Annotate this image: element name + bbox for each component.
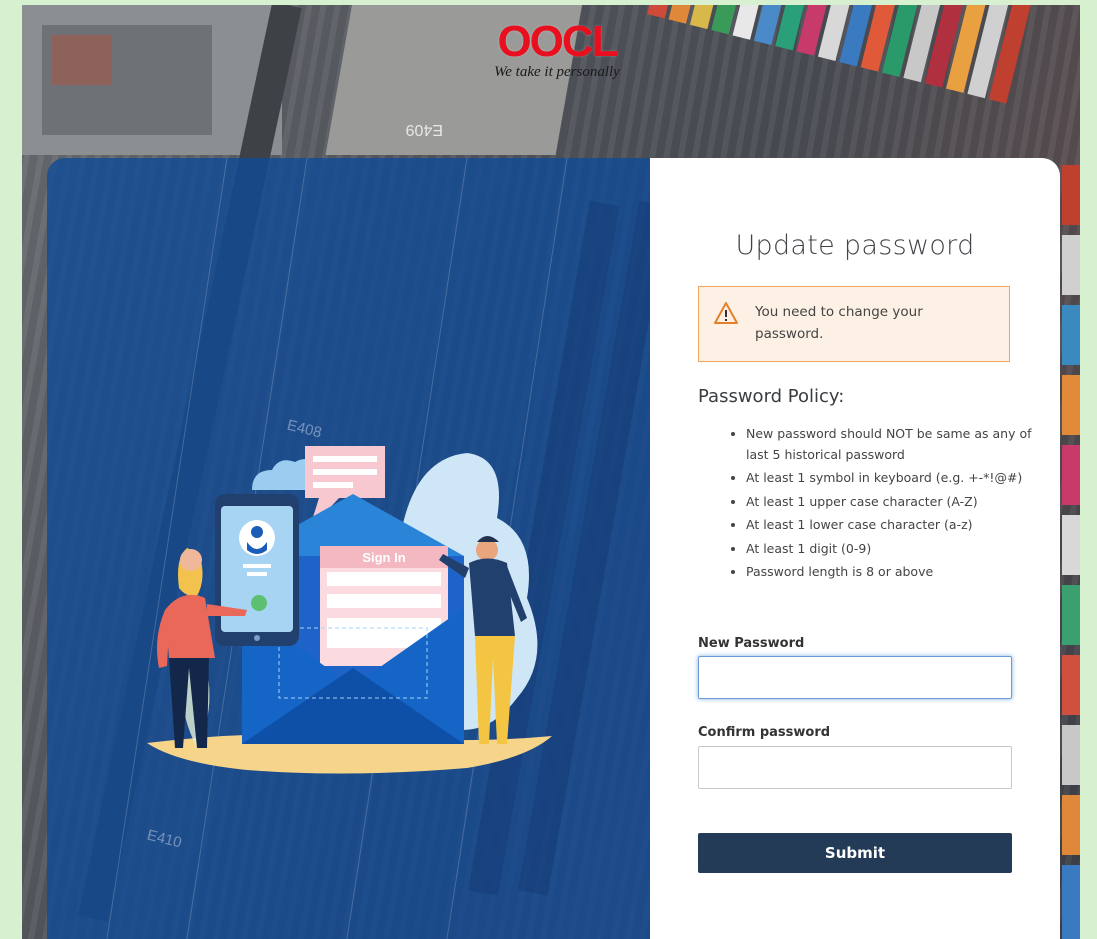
oocl-logo: OOCL We take it personally <box>462 20 652 92</box>
new-password-label: New Password <box>698 636 805 651</box>
ground-label: E408 <box>285 417 323 442</box>
policy-item: At least 1 digit (0-9) <box>746 539 1046 560</box>
logo-tagline: We take it personally <box>494 64 620 80</box>
ground-label: E409 <box>406 121 443 138</box>
sign-in-illustration: E408 E410 Sign In <box>106 158 650 939</box>
illustration-panel: E408 E410 Sign In <box>47 158 650 939</box>
policy-item: Password length is 8 or above <box>746 562 1046 583</box>
policy-item: At least 1 symbol in keyboard (e.g. +-*!… <box>746 468 1046 489</box>
policy-item: At least 1 lower case character (a-z) <box>746 515 1046 536</box>
new-password-input[interactable] <box>698 656 1012 699</box>
confirm-password-input[interactable] <box>698 746 1012 789</box>
policy-title: Password Policy: <box>698 386 845 407</box>
policy-item: At least 1 upper case character (A-Z) <box>746 492 1046 513</box>
confirm-password-label: Confirm password <box>698 725 831 740</box>
policy-list: New password should NOT be same as any o… <box>730 424 1046 586</box>
ground-label: E410 <box>145 827 183 852</box>
alert-message: You need to change your password. <box>755 304 923 342</box>
warning-icon <box>713 301 739 325</box>
update-password-card: Update password You need to change your … <box>650 158 1060 939</box>
logo-mark: OOCL <box>497 17 618 66</box>
warning-alert: You need to change your password. <box>698 286 1010 362</box>
page-title: Update password <box>735 230 975 261</box>
sign-in-label: Sign In <box>362 550 405 565</box>
policy-item: New password should NOT be same as any o… <box>746 424 1046 465</box>
submit-button[interactable]: Submit <box>698 833 1012 873</box>
